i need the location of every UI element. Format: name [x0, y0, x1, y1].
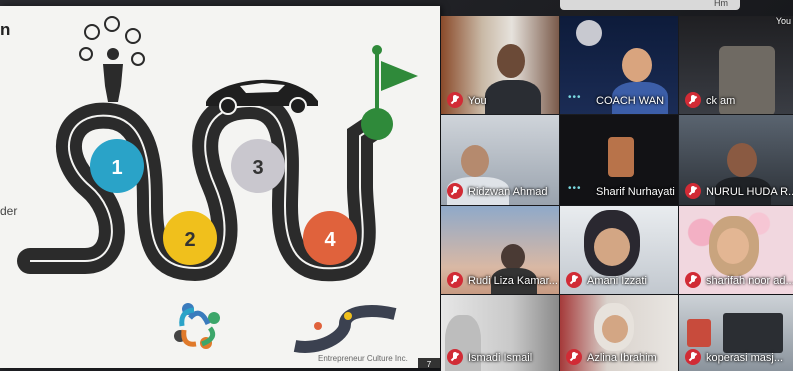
participant-tile[interactable]: ck am You: [679, 16, 793, 114]
muted-mic-icon: [566, 272, 582, 288]
participant-name: COACH WAN: [596, 95, 665, 107]
slide-footer: Entrepreneur Culture Inc.: [318, 354, 408, 363]
road-map-icon: [293, 305, 397, 353]
milestone-2: 2: [163, 211, 217, 265]
participant-tile[interactable]: NURUL HUDA R...: [679, 115, 793, 205]
muted-mic-icon: [685, 92, 701, 108]
roadmap-graphic: 1 2 3 4: [17, 16, 418, 353]
participant-gallery: You ••• COACH WAN ck am You Ridzwan Ahma…: [441, 6, 793, 371]
participant-tile[interactable]: Ismadi Ismail: [441, 295, 559, 371]
finish-flag-icon: [361, 45, 418, 140]
muted-mic-icon: [566, 349, 582, 365]
participant-tile[interactable]: Rudi Liza Kamar...: [441, 206, 559, 294]
self-badge: You: [775, 16, 791, 26]
participant-name: Ismadi Ismail: [468, 352, 533, 364]
svg-text:4: 4: [324, 229, 336, 251]
svg-text:3: 3: [252, 157, 263, 179]
participant-name: You: [468, 95, 487, 107]
muted-mic-icon: [447, 183, 463, 199]
participant-tile[interactable]: ••• COACH WAN: [560, 16, 678, 114]
participant-name: Ridzwan Ahmad: [468, 186, 548, 198]
muted-mic-icon: [685, 183, 701, 199]
participant-name: koperasi masj...: [706, 352, 784, 364]
participant-tile[interactable]: You: [441, 16, 559, 114]
slide-page-number: 7: [418, 358, 440, 368]
participant-tile[interactable]: Amani Izzati: [560, 206, 678, 294]
participant-tile[interactable]: Azlina Ibrahim: [560, 295, 678, 371]
meeting-window: Hm 1 2 3 4 n der Entrepreneur Culture In…: [0, 0, 793, 371]
milestone-1: 1: [90, 139, 144, 193]
participant-name: ck am: [706, 95, 736, 107]
milestone-3: 3: [231, 139, 285, 193]
participant-name: Azlina Ibrahim: [587, 352, 657, 364]
shared-screen-slide: 1 2 3 4 n der Entrepreneur Culture Inc. …: [0, 6, 440, 368]
slide-title-fragment: n: [0, 20, 11, 39]
muted-mic-icon: [447, 92, 463, 108]
team-circle-icon: [174, 303, 220, 349]
muted-mic-icon: [447, 349, 463, 365]
participant-name: Rudi Liza Kamar...: [468, 275, 558, 287]
person-goals-icon: [79, 16, 145, 102]
svg-text:2: 2: [184, 229, 195, 251]
speaking-indicator-icon: •••: [568, 92, 582, 103]
participant-name: Sharif Nurhayati: [596, 186, 675, 198]
svg-text:1: 1: [111, 157, 122, 179]
muted-mic-icon: [447, 272, 463, 288]
milestone-4: 4: [303, 211, 357, 265]
participant-name: Amani Izzati: [587, 275, 647, 287]
muted-mic-icon: [685, 349, 701, 365]
participant-name: NURUL HUDA R...: [706, 186, 793, 198]
participant-tile[interactable]: Ridzwan Ahmad: [441, 115, 559, 205]
slide-side-text: der: [0, 204, 18, 218]
speaking-indicator-icon: •••: [568, 183, 582, 194]
participant-name: sharifah noor ad...: [706, 275, 793, 287]
participant-tile[interactable]: ••• Sharif Nurhayati: [560, 115, 678, 205]
muted-mic-icon: [685, 272, 701, 288]
participant-tile[interactable]: koperasi masj...: [679, 295, 793, 371]
participant-tile[interactable]: sharifah noor ad...: [679, 206, 793, 294]
